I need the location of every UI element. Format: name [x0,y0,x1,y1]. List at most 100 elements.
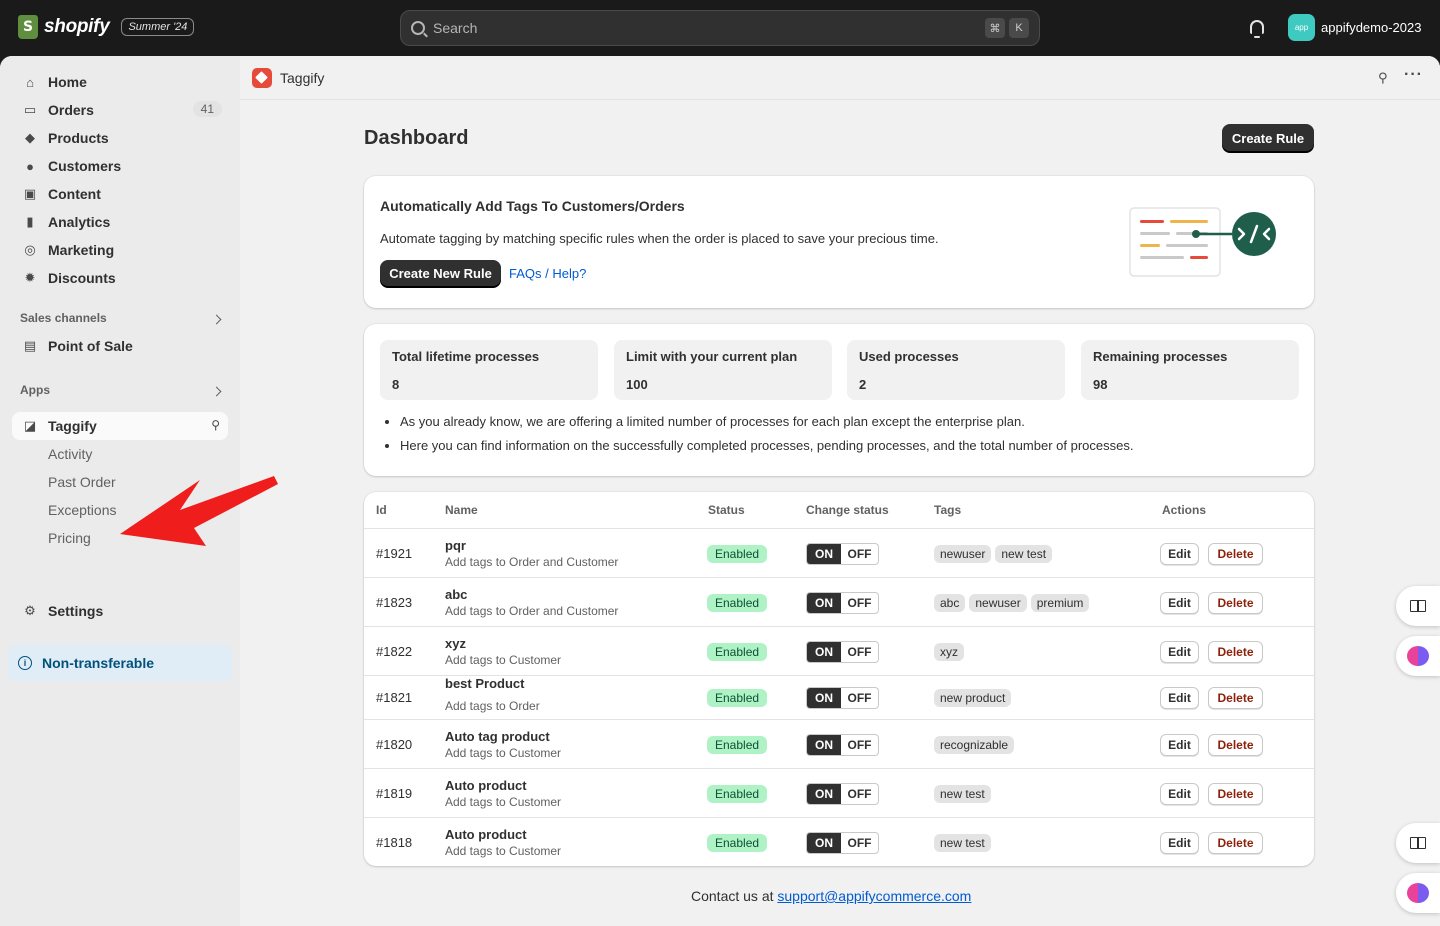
pin-icon[interactable]: ⚲ [211,418,220,432]
toggle-on-option[interactable]: ON [807,833,841,853]
admin-shell: ⌂ Home ▭ Orders 41 ◆ Products ● Customer… [0,56,1440,926]
toggle-on-option[interactable]: ON [807,735,841,755]
column-header-status: Status [708,503,745,517]
apps-heading[interactable]: Apps [20,383,50,397]
sidebar-subitem-pricing[interactable]: Pricing [48,530,91,546]
rule-description: Add tags to Customer [445,795,562,809]
toggle-on-option[interactable]: ON [807,784,841,804]
create-new-rule-button[interactable]: Create New Rule [380,260,501,287]
sidebar-item-label: Settings [48,603,104,619]
rule-id: #1921 [376,546,413,561]
avatar: app [1288,14,1315,41]
toggle-on-option[interactable]: ON [807,642,841,662]
edit-button[interactable]: Edit [1160,734,1199,756]
tagging-illustration [1129,207,1276,277]
column-header-id: Id [376,503,387,517]
edit-button[interactable]: Edit [1160,543,1199,565]
book-icon [1410,600,1426,612]
faq-link[interactable]: FAQs / Help? [509,266,586,281]
status-toggle[interactable]: ON OFF [806,543,879,565]
edit-button[interactable]: Edit [1160,832,1199,854]
chevron-right-icon[interactable] [211,314,222,325]
sidebar-subitem-past-order[interactable]: Past Order [48,474,116,490]
toggle-off-option[interactable]: OFF [841,784,878,804]
tag-list: recognizable [934,736,1015,754]
sales-channels-heading[interactable]: Sales channels [20,311,107,325]
sidebar-item-settings[interactable]: ⚙ Settings [12,597,228,625]
toggle-off-option[interactable]: OFF [841,688,878,708]
tag-list: new test [934,834,991,852]
sidebar-item-customers[interactable]: ● Customers [12,152,228,180]
delete-button[interactable]: Delete [1208,832,1263,854]
sidebar-item-orders[interactable]: ▭ Orders 41 [12,96,228,124]
delete-button[interactable]: Delete [1208,641,1263,663]
sidebar-item-label: Products [48,130,109,146]
store-account-menu[interactable]: app appifydemo-2023 [1288,14,1421,41]
status-toggle[interactable]: ON OFF [806,832,879,854]
sidebar-item-content[interactable]: ▣ Content [12,180,228,208]
sidebar-subitem-activity[interactable]: Activity [48,446,92,462]
status-toggle[interactable]: ON OFF [806,592,879,614]
tag-chip: premium [1030,594,1090,612]
sidebar-item-home[interactable]: ⌂ Home [12,68,228,96]
toggle-on-option[interactable]: ON [807,544,841,564]
ai-assistant-button[interactable] [1396,873,1440,913]
table-row: #1823 abc Add tags to Order and Customer En… [364,578,1314,627]
status-toggle[interactable]: ON OFF [806,783,879,805]
toggle-off-option[interactable]: OFF [841,833,878,853]
delete-button[interactable]: Delete [1208,783,1263,805]
contact-prefix: Contact us at [691,888,774,904]
sidebar-item-taggify[interactable]: ◪ Taggify ⚲ [12,412,228,440]
docs-widget-button[interactable] [1396,586,1440,626]
delete-button[interactable]: Delete [1208,592,1263,614]
stats-card: Total lifetime processes 8 Limit with yo… [364,324,1314,476]
top-bar: shopify Summer '24 ⌘ K app appifydemo-20… [0,0,1440,56]
docs-widget-button[interactable] [1396,823,1440,863]
rule-name: Auto tag product [445,729,550,744]
delete-button[interactable]: Delete [1208,734,1263,756]
intro-title: Automatically Add Tags To Customers/Orde… [380,198,685,214]
edit-button[interactable]: Edit [1160,687,1199,709]
edit-button[interactable]: Edit [1160,641,1199,663]
rule-description: Add tags to Order [445,699,540,713]
search-bar[interactable]: ⌘ K [400,10,1040,46]
rule-name: best Product [445,676,525,691]
chevron-right-icon[interactable] [211,386,222,397]
ai-assistant-button[interactable] [1396,636,1440,676]
stat-label: Remaining processes [1093,349,1228,364]
toggle-off-option[interactable]: OFF [841,735,878,755]
edit-button[interactable]: Edit [1160,783,1199,805]
stat-label: Used processes [859,349,959,364]
status-toggle[interactable]: ON OFF [806,687,879,709]
delete-button[interactable]: Delete [1208,543,1263,565]
shopify-logo[interactable]: shopify Summer '24 [18,15,195,39]
toggle-on-option[interactable]: ON [807,593,841,613]
toggle-off-option[interactable]: OFF [841,593,878,613]
toggle-on-option[interactable]: ON [807,688,841,708]
status-toggle[interactable]: ON OFF [806,641,879,663]
tag-chip: newuser [934,545,992,563]
delete-button[interactable]: Delete [1208,687,1263,709]
more-options-icon[interactable]: ··· [1404,66,1423,84]
support-email-link[interactable]: support@appifycommerce.com [777,888,971,904]
tag-list: abc newuser premium [934,594,1090,612]
target-icon: ◎ [24,242,36,257]
bell-icon[interactable] [1250,20,1264,38]
sidebar-item-products[interactable]: ◆ Products [12,124,228,152]
create-rule-button[interactable]: Create Rule [1222,124,1314,152]
non-transferable-banner[interactable]: i Non-transferable [8,645,232,681]
sidebar-item-analytics[interactable]: ▮ Analytics [12,208,228,236]
sidebar-item-discounts[interactable]: ✹ Discounts [12,264,228,292]
pin-icon[interactable]: ⚲ [1378,70,1390,85]
sidebar-subitem-exceptions[interactable]: Exceptions [48,502,116,518]
main-content: Taggify ⚲ ··· Dashboard Create Rule Auto… [240,56,1440,926]
sidebar-item-marketing[interactable]: ◎ Marketing [12,236,228,264]
tag-chip: new product [934,689,1012,707]
search-input[interactable] [433,20,981,36]
status-toggle[interactable]: ON OFF [806,734,879,756]
rule-description: Add tags to Customer [445,844,562,858]
sidebar-item-point-of-sale[interactable]: ▤ Point of Sale [12,332,228,360]
edit-button[interactable]: Edit [1160,592,1199,614]
toggle-off-option[interactable]: OFF [841,544,878,564]
toggle-off-option[interactable]: OFF [841,642,878,662]
